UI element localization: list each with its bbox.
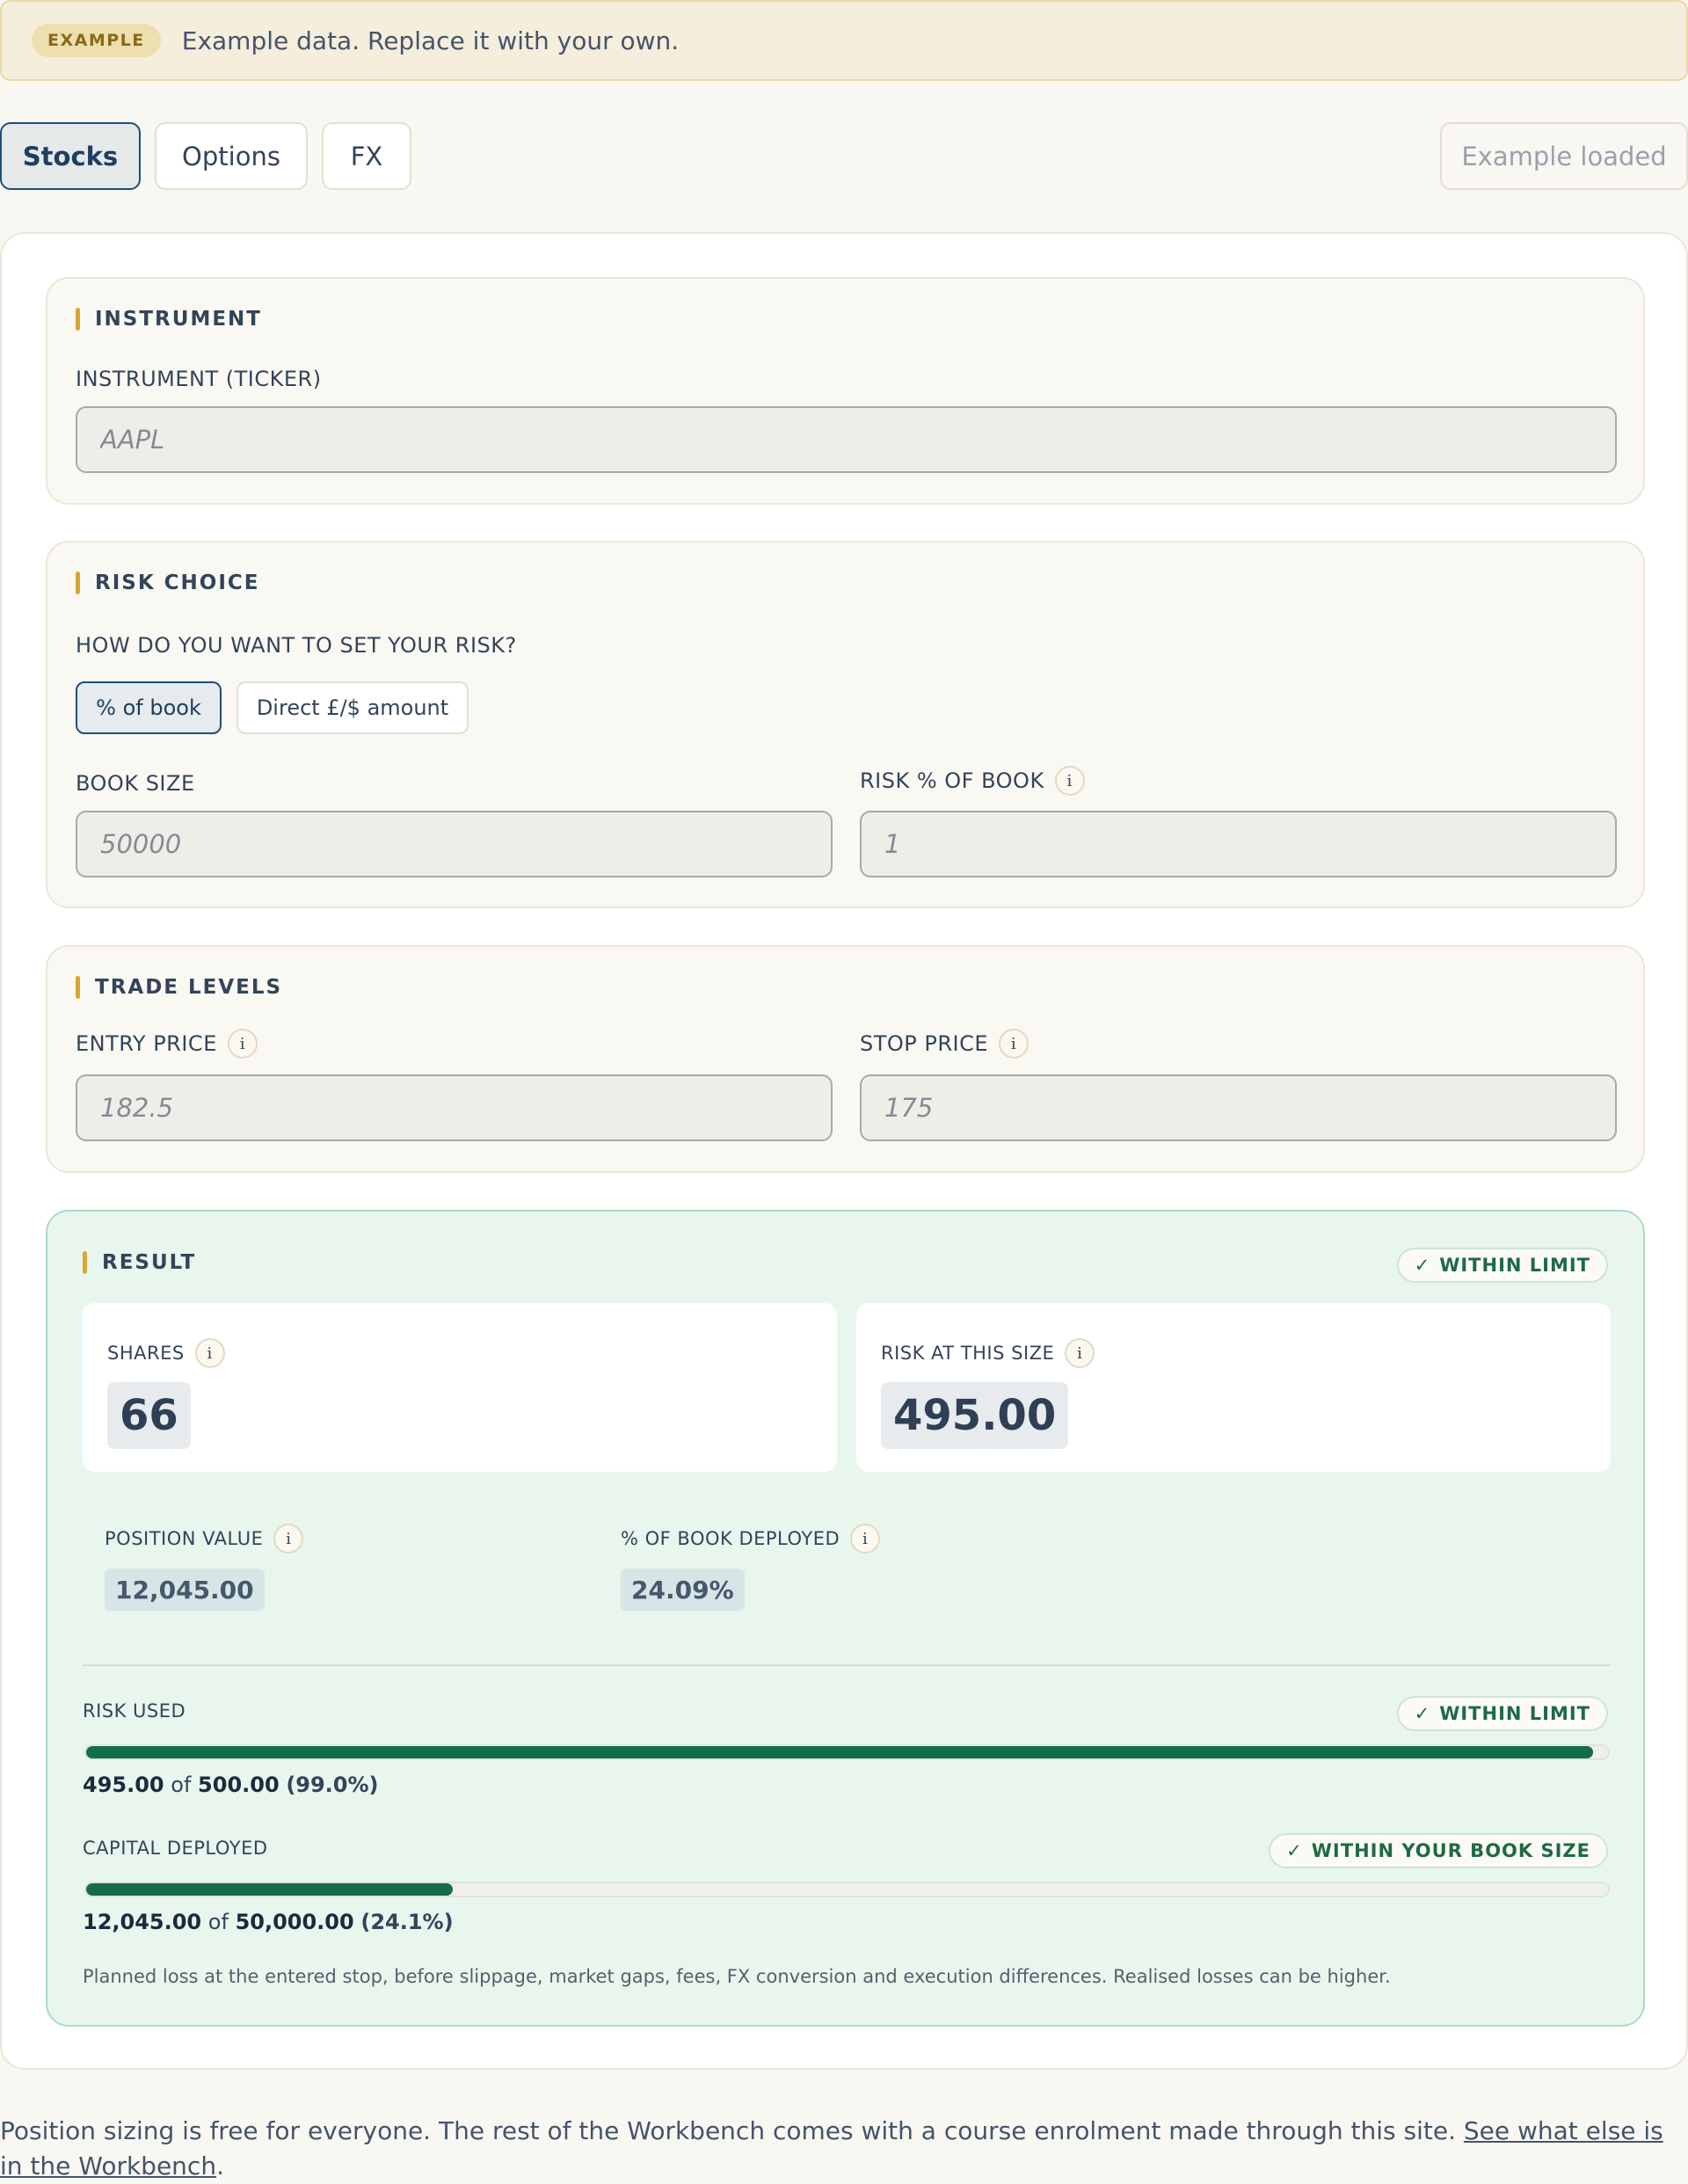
check-icon: ✓	[1414, 1255, 1431, 1276]
risk-used-amount: 495.00	[83, 1773, 164, 1797]
book-size-input[interactable]	[76, 811, 833, 877]
info-icon[interactable]: i	[194, 1338, 225, 1368]
stop-price-label-row: STOP PRICE i	[860, 1029, 1030, 1059]
risk-at-size-label: RISK AT THIS SIZE	[881, 1343, 1055, 1364]
entry-price-label: ENTRY PRICE	[76, 1031, 217, 1056]
risk-at-size-label-row: RISK AT THIS SIZE i	[881, 1338, 1095, 1368]
footer-message: Position sizing is free for everyone. Th…	[0, 2116, 1464, 2145]
instrument-section: INSTRUMENT INSTRUMENT (TICKER)	[46, 277, 1645, 505]
risk-used-progress-track	[84, 1744, 1610, 1760]
book-deployed-label: % OF BOOK DEPLOYED	[621, 1528, 840, 1549]
capital-deployed-progress-fill	[86, 1883, 454, 1896]
section-title: TRADE LEVELS	[76, 976, 282, 999]
risk-used-status-text: WITHIN LIMIT	[1439, 1703, 1590, 1724]
shares-value: 66	[107, 1382, 191, 1449]
risk-pct-label: RISK % OF BOOK	[860, 768, 1044, 793]
example-badge: EXAMPLE	[32, 24, 161, 57]
section-title: RISK CHOICE	[76, 571, 260, 594]
risk-used-status-badge: ✓ WITHIN LIMIT	[1396, 1696, 1608, 1731]
of-text: of	[171, 1773, 192, 1797]
of-text: of	[207, 1910, 229, 1934]
risk-used-summary: 495.00 of 500.00 (99.0%)	[83, 1773, 379, 1797]
example-banner: EXAMPLE Example data. Replace it with yo…	[0, 0, 1688, 81]
capital-deployed-status-text: WITHIN YOUR BOOK SIZE	[1311, 1840, 1590, 1861]
capital-deployed-progress-track	[84, 1882, 1610, 1897]
risk-mode-amount-button[interactable]: Direct £/$ amount	[236, 681, 469, 734]
capital-deployed-summary: 12,045.00 of 50,000.00 (24.1%)	[83, 1910, 454, 1934]
capital-deployed-percent: (24.1%)	[360, 1910, 454, 1934]
shares-label: SHARES	[107, 1343, 185, 1364]
position-value-label: POSITION VALUE	[105, 1528, 264, 1549]
footer-text: Position sizing is free for everyone. Th…	[0, 2114, 1688, 2184]
stop-price-label: STOP PRICE	[860, 1031, 989, 1056]
info-icon[interactable]: i	[850, 1524, 881, 1554]
tab-stocks[interactable]: Stocks	[0, 122, 141, 190]
tab-options[interactable]: Options	[155, 122, 308, 190]
risk-choice-section: RISK CHOICE HOW DO YOU WANT TO SET YOUR …	[46, 541, 1645, 908]
shares-card: SHARES i 66	[83, 1303, 837, 1472]
footer-end: .	[216, 2151, 224, 2180]
risk-used-label: RISK USED	[83, 1700, 186, 1722]
tab-fx[interactable]: FX	[322, 122, 411, 190]
result-status-badge: ✓ WITHIN LIMIT	[1396, 1248, 1608, 1283]
ticker-label: INSTRUMENT (TICKER)	[76, 367, 322, 391]
risk-used-total: 500.00	[198, 1773, 280, 1797]
book-deployed-value: 24.09%	[621, 1569, 745, 1611]
entry-price-label-row: ENTRY PRICE i	[76, 1029, 258, 1059]
calculator-card: INSTRUMENT INSTRUMENT (TICKER) RISK CHOI…	[0, 232, 1688, 2070]
position-value: 12,045.00	[105, 1569, 265, 1611]
risk-used-progress-fill	[86, 1746, 1593, 1758]
example-loaded-button[interactable]: Example loaded	[1440, 122, 1688, 190]
disclaimer-note: Planned loss at the entered stop, before…	[83, 1966, 1391, 1987]
risk-pct-input[interactable]	[860, 811, 1617, 877]
info-icon[interactable]: i	[999, 1029, 1030, 1059]
info-icon[interactable]: i	[1054, 766, 1085, 796]
trade-levels-section: TRADE LEVELS ENTRY PRICE i STOP PRICE i	[46, 945, 1645, 1173]
info-icon[interactable]: i	[1065, 1338, 1095, 1368]
section-title: INSTRUMENT	[76, 308, 262, 331]
ticker-input[interactable]	[76, 406, 1617, 473]
book-size-label: BOOK SIZE	[76, 771, 195, 796]
divider	[83, 1664, 1611, 1666]
info-icon[interactable]: i	[273, 1524, 304, 1554]
risk-method-question: HOW DO YOU WANT TO SET YOUR RISK?	[76, 633, 517, 658]
section-title: RESULT	[83, 1251, 196, 1274]
banner-message: Example data. Replace it with your own.	[181, 25, 680, 55]
capital-deployed-total: 50,000.00	[235, 1910, 354, 1934]
check-icon: ✓	[1286, 1840, 1303, 1861]
shares-label-row: SHARES i	[107, 1338, 225, 1368]
risk-mode-percent-button[interactable]: % of book	[76, 681, 222, 734]
capital-deployed-label: CAPITAL DEPLOYED	[83, 1838, 268, 1859]
result-section: RESULT ✓ WITHIN LIMIT SHARES i 66 RISK A…	[46, 1210, 1645, 2027]
book-deployed-label-row: % OF BOOK DEPLOYED i	[621, 1524, 881, 1554]
risk-at-size-card: RISK AT THIS SIZE i 495.00	[856, 1303, 1611, 1472]
stop-price-input[interactable]	[860, 1074, 1617, 1141]
position-value-label-row: POSITION VALUE i	[105, 1524, 304, 1554]
entry-price-input[interactable]	[76, 1074, 833, 1141]
risk-used-percent: (99.0%)	[286, 1773, 379, 1797]
check-icon: ✓	[1414, 1703, 1431, 1724]
result-status-text: WITHIN LIMIT	[1439, 1255, 1590, 1276]
risk-pct-label-row: RISK % OF BOOK i	[860, 766, 1085, 796]
capital-deployed-amount: 12,045.00	[83, 1910, 202, 1934]
info-icon[interactable]: i	[227, 1029, 258, 1059]
risk-at-size-value: 495.00	[881, 1382, 1069, 1449]
capital-deployed-status-badge: ✓ WITHIN YOUR BOOK SIZE	[1269, 1833, 1608, 1868]
